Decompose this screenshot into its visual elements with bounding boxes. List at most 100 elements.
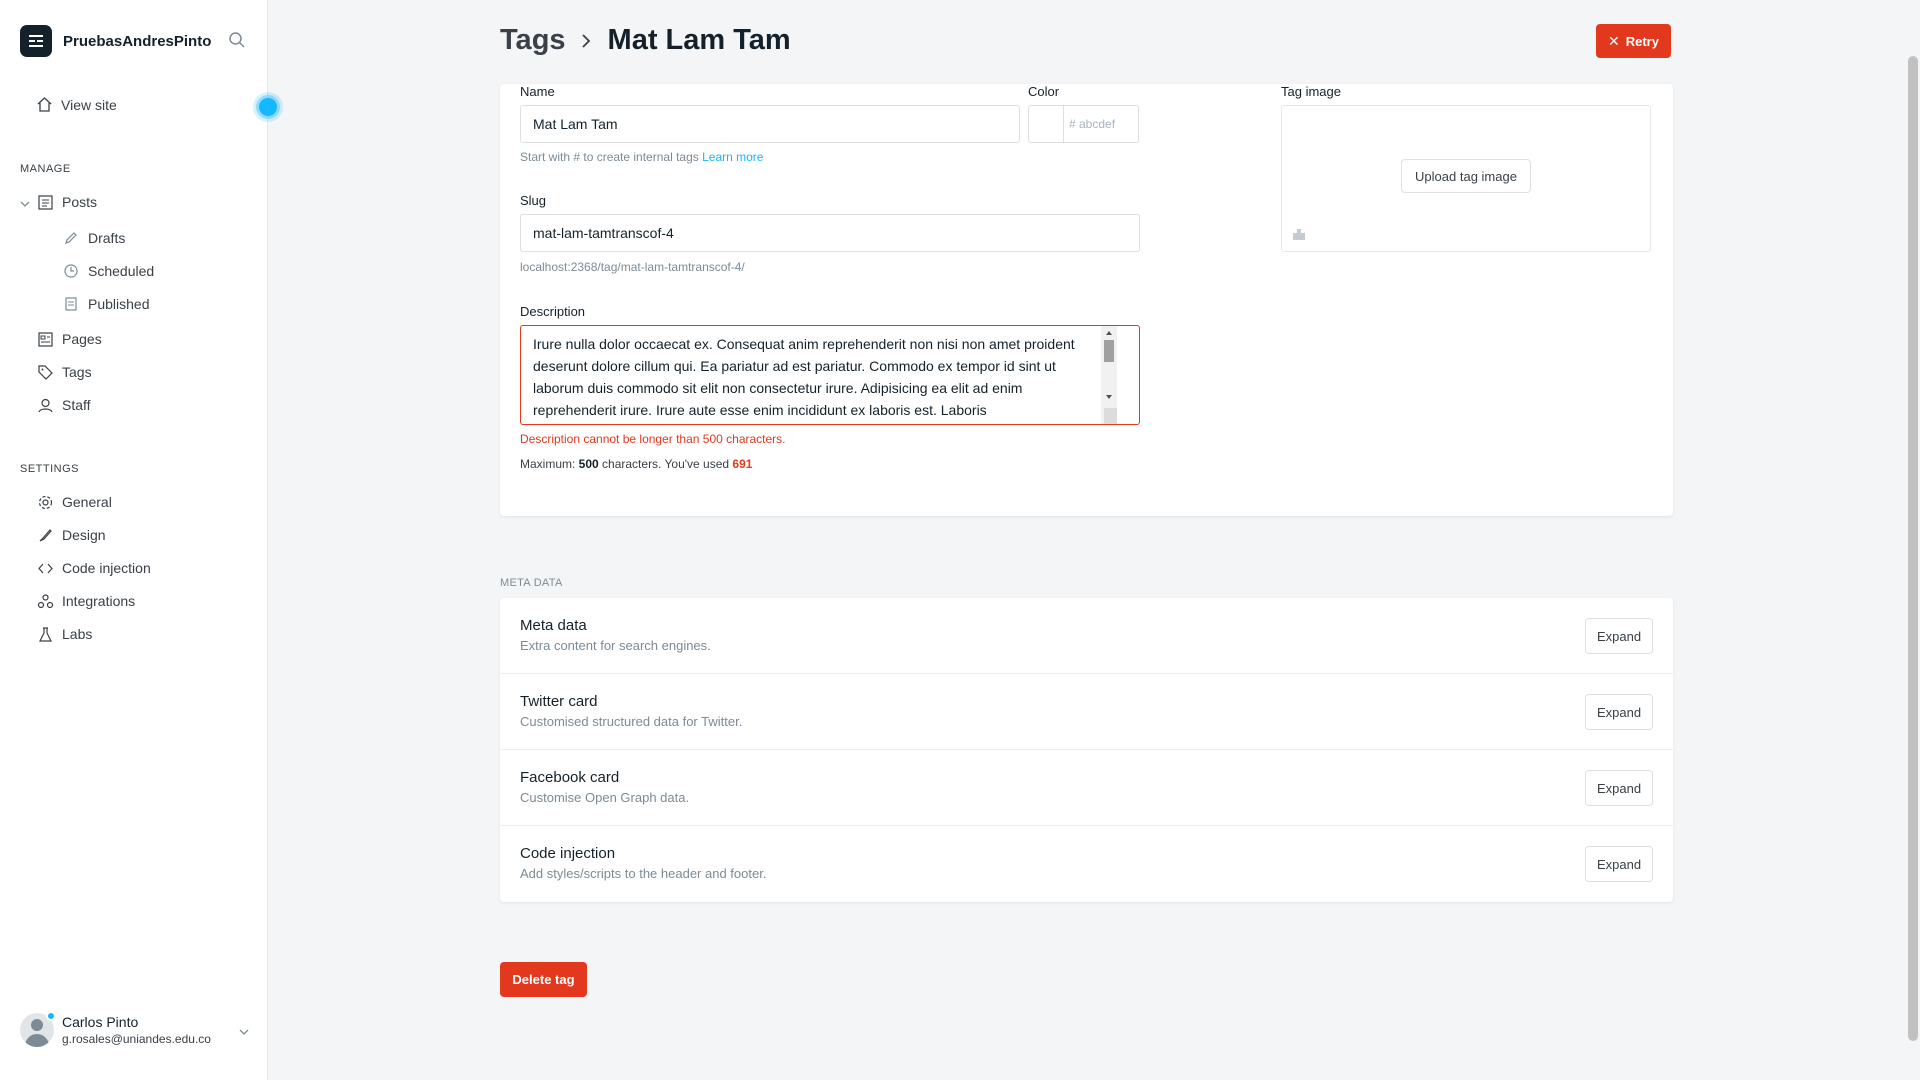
color-label: Color [1028,84,1060,99]
meta-row-twitter-card: Twitter card Customised structured data … [500,674,1673,750]
sidebar-item-label: Tags [62,364,92,380]
sidebar-item-integrations[interactable]: Integrations [36,592,135,610]
page-scrollbar-thumb[interactable] [1908,56,1918,1041]
integrations-icon [36,592,54,610]
page-title: Mat Lam Tam [607,24,791,56]
sidebar-item-tags[interactable]: Tags [36,363,92,381]
image-icon [1292,227,1306,241]
meta-row-desc: Customise Open Graph data. [520,790,690,805]
published-icon [62,295,80,313]
sidebar-item-label: Posts [62,194,98,210]
sidebar-item-label: Pages [62,331,102,347]
tag-icon [36,363,54,381]
expand-button[interactable]: Expand [1585,694,1653,730]
meta-row-title: Twitter card [520,693,598,710]
brand-name[interactable]: PruebasAndresPinto [63,33,211,50]
gear-icon [36,493,54,511]
tag-settings-card: Name Mat Lam Tam Color # abcdef Start wi… [500,84,1673,516]
sidebar-item-label: Design [62,527,106,543]
sidebar-item-label: Staff [62,397,91,413]
sidebar-item-label: General [62,494,112,510]
expand-button[interactable]: Expand [1585,618,1653,654]
meta-section-label: META DATA [500,577,563,589]
color-swatch[interactable] [1028,105,1064,143]
user-menu[interactable]: Carlos Pinto g.rosales@uniandes.edu.co [20,1011,250,1047]
settings-section-label: SETTINGS [20,463,80,475]
sidebar-item-drafts[interactable]: Drafts [62,229,125,247]
view-site-link[interactable]: View site [36,96,117,113]
retry-label: Retry [1625,33,1659,49]
sidebar: PruebasAndresPinto View site MANAGE Post… [0,0,268,1080]
home-icon [36,96,53,113]
sidebar-item-design[interactable]: Design [36,526,106,544]
sidebar-item-published[interactable]: Published [62,295,150,313]
tag-image-label: Tag image [1281,84,1341,99]
slug-input[interactable]: mat-lam-tamtranscof-4 [520,214,1140,252]
chevron-right-icon [580,31,594,51]
sidebar-item-posts[interactable]: Posts [36,193,97,211]
pencil-icon [62,229,80,247]
search-icon[interactable] [228,31,248,51]
chevron-down-icon[interactable] [19,197,31,209]
sidebar-item-label: Drafts [88,230,126,246]
name-hint: Start with # to create internal tags Lea… [520,150,764,164]
sidebar-item-pages[interactable]: Pages [36,330,102,348]
color-input[interactable]: # abcdef [1063,105,1139,143]
sidebar-item-code-injection[interactable]: Code injection [36,559,151,577]
sidebar-item-scheduled[interactable]: Scheduled [62,262,154,280]
delete-tag-button[interactable]: Delete tag [500,962,587,997]
upload-tag-image-button[interactable]: Upload tag image [1401,159,1531,193]
slug-url: localhost:2368/tag/mat-lam-tamtranscof-4… [520,260,745,274]
sidebar-item-staff[interactable]: Staff [36,396,91,414]
breadcrumb: Tags Mat Lam Tam [500,24,791,57]
meta-card: Meta data Extra content for search engin… [500,598,1673,902]
view-site-label: View site [61,96,117,113]
meta-row-desc: Extra content for search engines. [520,638,711,653]
clock-icon [62,262,80,280]
close-icon: ✕ [1608,32,1620,49]
pages-icon [36,330,54,348]
description-label: Description [520,304,586,319]
sidebar-item-label: Labs [62,626,93,642]
brand-logo-icon[interactable] [20,25,52,57]
staff-icon [36,396,54,414]
description-error: Description cannot be longer than 500 ch… [520,432,786,446]
meta-row-title: Meta data [520,617,587,634]
meta-row-title: Code injection [520,845,616,862]
meta-row-title: Facebook card [520,769,620,786]
sidebar-item-label: Scheduled [88,263,155,279]
chevron-down-icon[interactable] [238,1025,250,1037]
code-icon [36,559,54,577]
expand-button[interactable]: Expand [1585,770,1653,806]
posts-icon [36,193,54,211]
name-input[interactable]: Mat Lam Tam [520,105,1020,143]
meta-row-desc: Add styles/scripts to the header and foo… [520,866,767,881]
breadcrumb-tags-link[interactable]: Tags [500,24,566,57]
learn-more-link[interactable]: Learn more [702,150,763,164]
name-label: Name [520,84,555,99]
textarea-scrollbar[interactable] [1101,326,1117,424]
meta-row-meta-data: Meta data Extra content for search engin… [500,598,1673,674]
brand: PruebasAndresPinto [20,25,248,57]
user-name: Carlos Pinto [62,1014,139,1030]
sidebar-item-general[interactable]: General [36,493,112,511]
sidebar-item-label: Published [88,296,150,312]
brush-icon [36,526,54,544]
sidebar-item-labs[interactable]: Labs [36,625,92,643]
expand-button[interactable]: Expand [1585,846,1653,882]
sidebar-item-label: Code injection [62,560,151,576]
pulse-indicator[interactable] [253,92,283,122]
notification-dot [46,1011,56,1021]
meta-row-desc: Customised structured data for Twitter. [520,714,743,729]
character-count: Maximum: 500 characters. You've used 691 [520,457,753,471]
user-email: g.rosales@uniandes.edu.co [62,1032,211,1046]
meta-row-facebook-card: Facebook card Customise Open Graph data.… [500,750,1673,826]
slug-label: Slug [520,193,547,208]
tag-image-dropzone[interactable]: Upload tag image [1281,105,1651,252]
sidebar-item-label: Integrations [62,593,136,609]
manage-section-label: MANAGE [20,163,71,175]
retry-button[interactable]: ✕ Retry [1596,24,1671,58]
description-textarea[interactable]: Irure nulla dolor occaecat ex. Consequat… [520,325,1140,425]
meta-row-code-injection: Code injection Add styles/scripts to the… [500,826,1673,902]
flask-icon [36,625,54,643]
